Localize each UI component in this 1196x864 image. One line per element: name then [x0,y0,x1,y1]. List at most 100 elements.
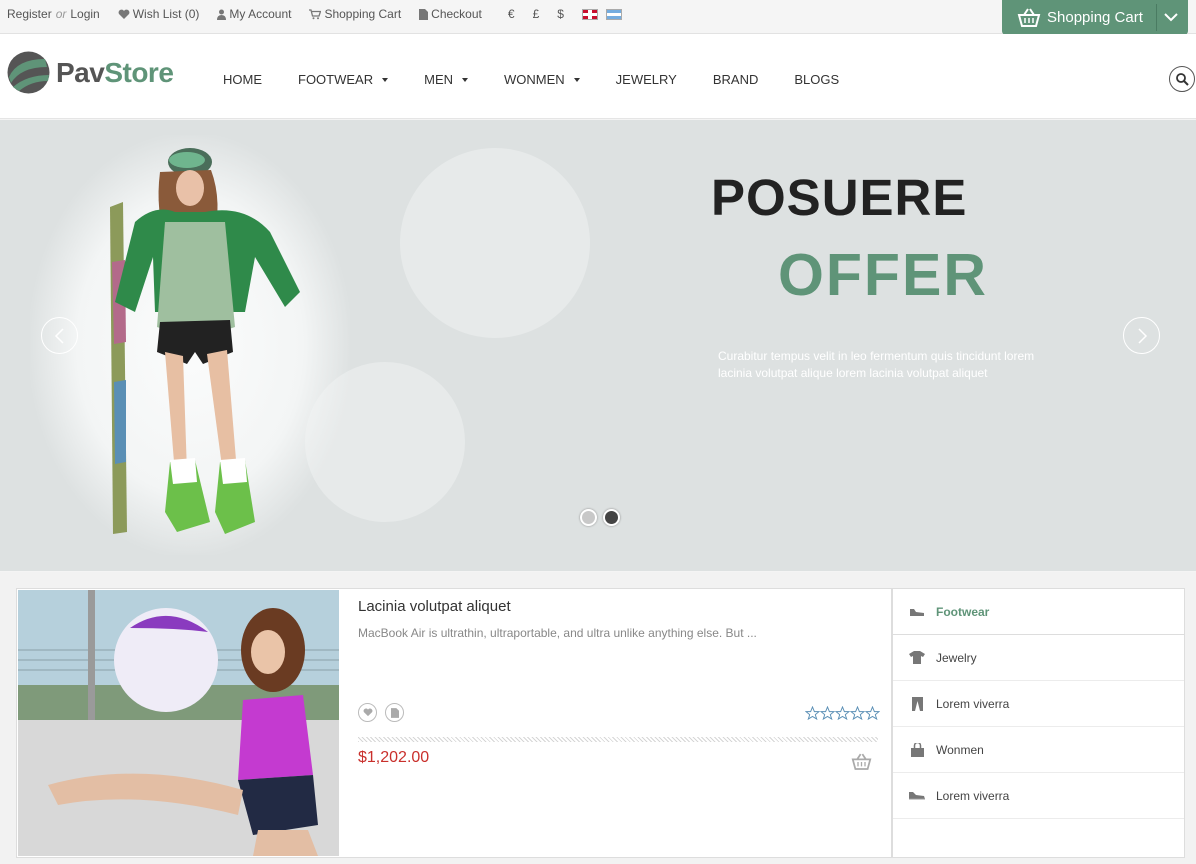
chevron-right-icon [1137,327,1147,344]
checkout-link[interactable]: Checkout [419,7,482,21]
slider-prev-button[interactable] [41,317,78,354]
sneaker-icon [909,789,925,803]
product-image[interactable] [18,590,339,856]
nav-blogs[interactable]: BLOGS [794,72,839,87]
caret-down-icon [462,77,468,82]
document-icon [419,8,429,20]
category-label: Footwear [936,604,990,619]
nav-brand-label: BRAND [712,72,759,87]
cart-label: Shopping Cart [324,7,402,21]
checkout-label: Checkout [431,7,482,21]
product-description: MacBook Air is ultrathin, ultraportable,… [358,626,757,640]
slider-dot-2[interactable] [603,509,620,526]
slider-dots [580,509,626,526]
shopping-cart-label: Shopping Cart [1047,9,1143,26]
argentina-flag-icon[interactable] [605,8,622,20]
basket-icon [851,753,872,770]
wishlist-link[interactable]: Wish List (0) [118,7,200,21]
model-image [110,148,300,534]
decor-circle [400,148,590,338]
category-item-lorem-viverra-2[interactable]: Lorem viverra [893,773,1184,819]
main-nav: HOME FOOTWEAR MEN WONMEN JEWELRY BRAND B… [223,72,875,87]
register-link[interactable]: Register [7,7,52,21]
category-label: Wonmen [936,742,984,757]
nav-jewelry[interactable]: JEWELRY [616,72,677,87]
heart-icon [363,708,372,717]
product-price: $1,202.00 [358,749,430,766]
nav-footwear[interactable]: FOOTWEAR [298,72,389,87]
category-item-wonmen[interactable]: Wonmen [893,727,1184,773]
logo-text: PavStore [56,56,174,89]
slide-description: Curabitur tempus velit in leo fermentum … [718,349,1035,380]
currency-dollar[interactable]: $ [557,7,564,21]
nav-footwear-label: FOOTWEAR [298,72,374,87]
account-label: My Account [229,7,292,21]
cart-divider [1156,4,1157,31]
category-label: Lorem viverra [936,696,1010,711]
logo-pav: Pav [56,56,105,88]
pants-icon [909,696,925,711]
cart-icon [309,8,322,19]
currency-pound[interactable]: £ [533,7,540,21]
search-icon [1176,73,1189,86]
slider-next-button[interactable] [1123,317,1160,354]
uk-flag-icon[interactable] [581,8,598,20]
slide-title: POSUERE [711,169,968,226]
star-empty-icon [805,706,820,720]
logo[interactable]: PavStore [7,51,174,94]
featured-product: Lacinia volutpat aliquet MacBook Air is … [16,588,892,858]
compare-button[interactable] [385,703,404,722]
category-label: Lorem viverra [936,788,1010,803]
category-item-jewelry[interactable]: Jewelry [893,635,1184,681]
logo-icon [7,51,50,94]
wishlist-button[interactable] [358,703,377,722]
search-button[interactable] [1169,66,1195,92]
shoe-icon [909,605,925,619]
nav-wonmen-label: WONMEN [504,72,565,87]
rating-stars [805,706,880,720]
account-link[interactable]: My Account [217,7,291,21]
top-links: Register or Login Wish List (0) My Accou… [7,7,630,21]
category-item-footwear[interactable]: Footwear [893,589,1184,635]
nav-men[interactable]: MEN [424,72,468,87]
heart-icon [118,9,130,19]
nav-brand[interactable]: BRAND [713,72,759,87]
top-bar: Register or Login Wish List (0) My Accou… [0,0,1196,35]
login-link[interactable]: Login [70,7,99,21]
currency-switcher: € £ $ [508,7,630,21]
slider-dot-1[interactable] [580,509,597,526]
header: PavStore HOME FOOTWEAR MEN WONMEN JEWELR… [0,34,1196,119]
chevron-down-icon[interactable] [1162,8,1180,31]
category-label: Jewelry [936,650,977,665]
nav-blogs-label: BLOGS [794,72,840,87]
nav-men-label: MEN [424,72,453,87]
nav-jewelry-label: JEWELRY [615,72,677,87]
logo-store: Store [104,56,174,88]
content-area: Lacinia volutpat aliquet MacBook Air is … [0,572,1196,864]
category-item-lorem-viverra[interactable]: Lorem viverra [893,681,1184,727]
star-empty-icon [835,706,850,720]
star-empty-icon [820,706,835,720]
add-to-cart-button[interactable] [851,753,872,776]
caret-down-icon [573,77,580,82]
auth-links: Register or Login [7,7,100,21]
category-list: Footwear Jewelry Lorem viverra Wonmen Lo… [892,588,1185,858]
star-empty-icon [850,706,865,720]
wishlist-label: Wish List (0) [132,7,200,21]
cart-link[interactable]: Shopping Cart [309,7,401,21]
chevron-left-icon [54,327,64,344]
nav-home-label: HOME [223,72,262,87]
star-empty-icon [865,706,880,720]
currency-euro[interactable]: € [508,7,515,21]
user-icon [217,9,227,20]
shopping-cart-button[interactable]: Shopping Cart [1002,0,1188,35]
basket-icon [1017,7,1041,28]
caret-down-icon [382,77,389,82]
or-text: or [55,7,67,21]
hero-slider: POSUERE OFFER Curabitur tempus velit in … [0,120,1196,571]
tshirt-icon [909,651,925,665]
product-name[interactable]: Lacinia volutpat aliquet [358,598,511,615]
nav-home[interactable]: HOME [223,72,262,87]
nav-wonmen[interactable]: WONMEN [504,72,580,87]
product-divider [358,737,878,742]
